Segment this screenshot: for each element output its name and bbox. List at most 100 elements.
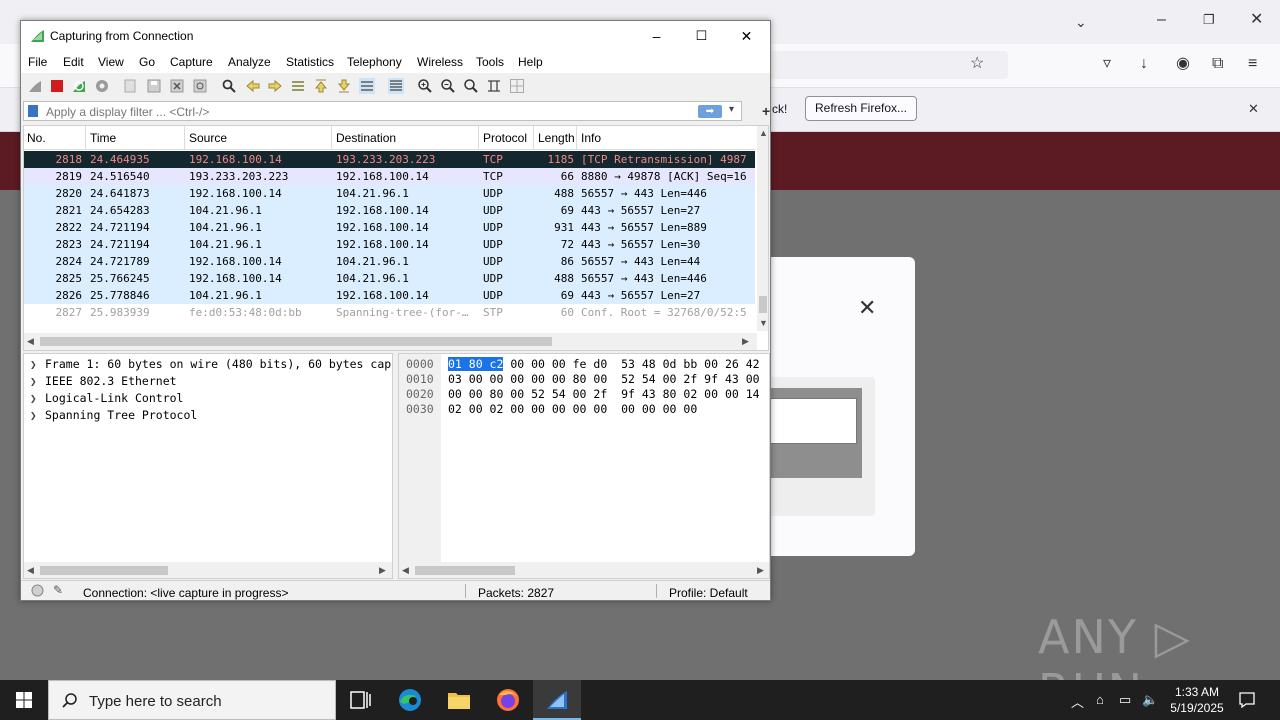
network-icon[interactable]: ▭ bbox=[1119, 692, 1131, 708]
scroll-right-icon[interactable]: ▶ bbox=[757, 565, 764, 576]
volume-icon[interactable]: 🔈 bbox=[1142, 692, 1158, 708]
menu-telephony[interactable]: Telephony bbox=[347, 55, 402, 69]
expand-chevron-icon[interactable]: ❯ bbox=[30, 390, 37, 407]
find-packet-icon[interactable] bbox=[221, 78, 237, 94]
close-file-icon[interactable] bbox=[169, 78, 185, 94]
byte-hex-line[interactable]: 01 80 c2 00 00 00 fe d0 53 48 0d bb 00 2… bbox=[448, 357, 760, 372]
menu-wireless[interactable]: Wireless bbox=[417, 55, 463, 69]
capture-options-icon[interactable] bbox=[94, 78, 110, 94]
scroll-right-icon[interactable]: ▶ bbox=[379, 565, 386, 576]
byte-hex-line[interactable]: 02 00 02 00 00 00 00 00 00 00 00 00 bbox=[448, 402, 697, 417]
scroll-left-icon[interactable]: ◀ bbox=[27, 336, 34, 347]
notice-close-icon[interactable]: ✕ bbox=[1248, 101, 1259, 117]
vscroll-thumb[interactable] bbox=[759, 296, 767, 313]
firefox-minimize-icon[interactable]: – bbox=[1157, 12, 1166, 28]
menu-statistics[interactable]: Statistics bbox=[286, 55, 334, 69]
show-hidden-icons-icon[interactable]: ︿ bbox=[1071, 692, 1084, 711]
layout-icon[interactable] bbox=[509, 78, 525, 94]
details-hscrollbar[interactable]: ◀ ▶ bbox=[24, 562, 392, 578]
selected-bytes[interactable]: 01 80 c2 bbox=[448, 357, 504, 371]
minimize-button[interactable]: – bbox=[634, 21, 679, 51]
bytes-hscrollbar[interactable]: ◀ ▶ bbox=[399, 562, 769, 578]
menu-hamburger-icon[interactable]: ≡ bbox=[1248, 56, 1257, 72]
go-forward-icon[interactable] bbox=[267, 78, 283, 94]
taskbar-search-box[interactable]: Type here to search bbox=[48, 680, 336, 720]
windows-start-icon[interactable] bbox=[0, 680, 48, 720]
packet-row[interactable]: 2821 24.654283 104.21.96.1 192.168.100.14 UD… bbox=[24, 202, 755, 219]
edge-browser-icon[interactable] bbox=[386, 680, 434, 720]
file-explorer-icon[interactable] bbox=[435, 680, 483, 720]
menu-go[interactable]: Go bbox=[139, 55, 155, 69]
menu-analyze[interactable]: Analyze bbox=[228, 55, 271, 69]
packet-row[interactable]: 2826 25.778846 104.21.96.1 192.168.100.14 UD… bbox=[24, 287, 755, 304]
scroll-left-icon[interactable]: ◀ bbox=[402, 565, 409, 576]
packet-row[interactable]: 2824 24.721789 192.168.100.14 104.21.96.1 UD… bbox=[24, 253, 755, 270]
colorize-icon[interactable] bbox=[388, 78, 404, 94]
col-no[interactable]: No. bbox=[27, 131, 46, 145]
filter-dropdown-icon[interactable]: ▾ bbox=[729, 104, 734, 115]
stop-capture-icon[interactable] bbox=[49, 78, 65, 94]
scroll-left-icon[interactable]: ◀ bbox=[27, 565, 34, 576]
display-filter-input[interactable]: Apply a display filter ... <Ctrl-/> bbox=[46, 105, 209, 119]
modal-close-icon[interactable]: ✕ bbox=[858, 295, 876, 321]
firefox-close-icon[interactable]: ✕ bbox=[1250, 12, 1263, 28]
packet-row[interactable]: 2822 24.721194 104.21.96.1 192.168.100.14 UD… bbox=[24, 219, 755, 236]
col-protocol[interactable]: Protocol bbox=[483, 131, 527, 145]
packet-row[interactable]: 2818 24.464935 192.168.100.14 193.233.203.2… bbox=[24, 151, 755, 168]
download-icon[interactable]: ↓ bbox=[1140, 56, 1148, 72]
bookmark-star-icon[interactable]: ☆ bbox=[970, 56, 984, 72]
go-back-icon[interactable] bbox=[245, 78, 261, 94]
go-first-packet-icon[interactable] bbox=[313, 78, 329, 94]
tree-item-frame[interactable]: ❯ Frame 1: 60 bytes on wire (480 bits), … bbox=[24, 356, 392, 373]
resize-columns-icon[interactable] bbox=[486, 78, 502, 94]
task-view-icon[interactable] bbox=[336, 680, 384, 720]
firefox-icon[interactable] bbox=[484, 680, 532, 720]
col-length[interactable]: Length bbox=[538, 131, 576, 145]
packet-list-vscrollbar[interactable]: ▲ ▼ bbox=[757, 126, 768, 331]
menu-file[interactable]: File bbox=[28, 55, 47, 69]
hscroll-thumb[interactable] bbox=[40, 337, 552, 346]
go-to-packet-icon[interactable] bbox=[290, 78, 306, 94]
hscroll-thumb[interactable] bbox=[40, 566, 168, 575]
scroll-right-icon[interactable]: ▶ bbox=[742, 336, 749, 347]
menu-tools[interactable]: Tools bbox=[476, 55, 504, 69]
capture-status-icon[interactable] bbox=[31, 584, 44, 597]
title-bar[interactable]: Capturing from Connection – ☐ ✕ bbox=[21, 21, 770, 51]
col-time[interactable]: Time bbox=[90, 131, 116, 145]
packet-row[interactable]: 2819 24.516540 193.233.203.223 192.168.100.… bbox=[24, 168, 755, 185]
firefox-restore-icon[interactable]: ❐ bbox=[1203, 12, 1215, 28]
start-capture-icon[interactable] bbox=[27, 78, 43, 94]
zoom-in-icon[interactable] bbox=[417, 78, 433, 94]
display-filter-bar[interactable]: Apply a display filter ... <Ctrl-/> ➡ ▾ bbox=[23, 101, 742, 121]
auto-scroll-icon[interactable] bbox=[359, 78, 375, 94]
pocket-icon[interactable]: ▿ bbox=[1103, 56, 1111, 72]
close-button[interactable]: ✕ bbox=[724, 21, 769, 51]
apply-filter-arrow-icon[interactable]: ➡ bbox=[698, 105, 722, 118]
tree-item-llc[interactable]: ❯ Logical-Link Control bbox=[24, 390, 392, 407]
packet-row[interactable]: 2820 24.641873 192.168.100.14 104.21.96.1 UD… bbox=[24, 185, 755, 202]
tree-item-ethernet[interactable]: ❯ IEEE 802.3 Ethernet bbox=[24, 373, 392, 390]
hscroll-thumb[interactable] bbox=[415, 566, 515, 575]
menu-edit[interactable]: Edit bbox=[63, 55, 84, 69]
menu-view[interactable]: View bbox=[98, 55, 124, 69]
refresh-firefox-button[interactable]: Refresh Firefox... bbox=[805, 96, 917, 121]
scroll-down-icon[interactable]: ▼ bbox=[759, 318, 768, 328]
notifications-icon[interactable] bbox=[1238, 691, 1256, 709]
packet-list-hscrollbar[interactable]: ◀ ▶ bbox=[24, 333, 757, 350]
expand-chevron-icon[interactable]: ❯ bbox=[30, 407, 37, 424]
system-clock[interactable]: 1:33 AM 5/19/2025 bbox=[1162, 684, 1232, 716]
tree-item-stp[interactable]: ❯ Spanning Tree Protocol bbox=[24, 407, 392, 424]
extensions-icon[interactable]: ⧉ bbox=[1212, 56, 1223, 72]
save-file-icon[interactable] bbox=[146, 78, 162, 94]
expand-chevron-icon[interactable]: ❯ bbox=[30, 356, 37, 373]
packet-row[interactable]: 2823 24.721194 104.21.96.1 192.168.100.14 UD… bbox=[24, 236, 755, 253]
expand-chevron-icon[interactable]: ❯ bbox=[30, 373, 37, 390]
menu-capture[interactable]: Capture bbox=[170, 55, 213, 69]
byte-hex-line[interactable]: 00 00 80 00 52 54 00 2f 9f 43 80 02 00 0… bbox=[448, 387, 760, 402]
go-last-packet-icon[interactable] bbox=[336, 78, 352, 94]
profile-label[interactable]: Profile: Default bbox=[669, 586, 748, 600]
col-source[interactable]: Source bbox=[189, 131, 227, 145]
packet-row[interactable]: 2827 25.983939 fe:d0:53:48:0d:bb Spanning-t… bbox=[24, 304, 755, 321]
tab-list-chevron-icon[interactable]: ⌄ bbox=[1075, 14, 1087, 30]
maximize-button[interactable]: ☐ bbox=[679, 21, 724, 51]
